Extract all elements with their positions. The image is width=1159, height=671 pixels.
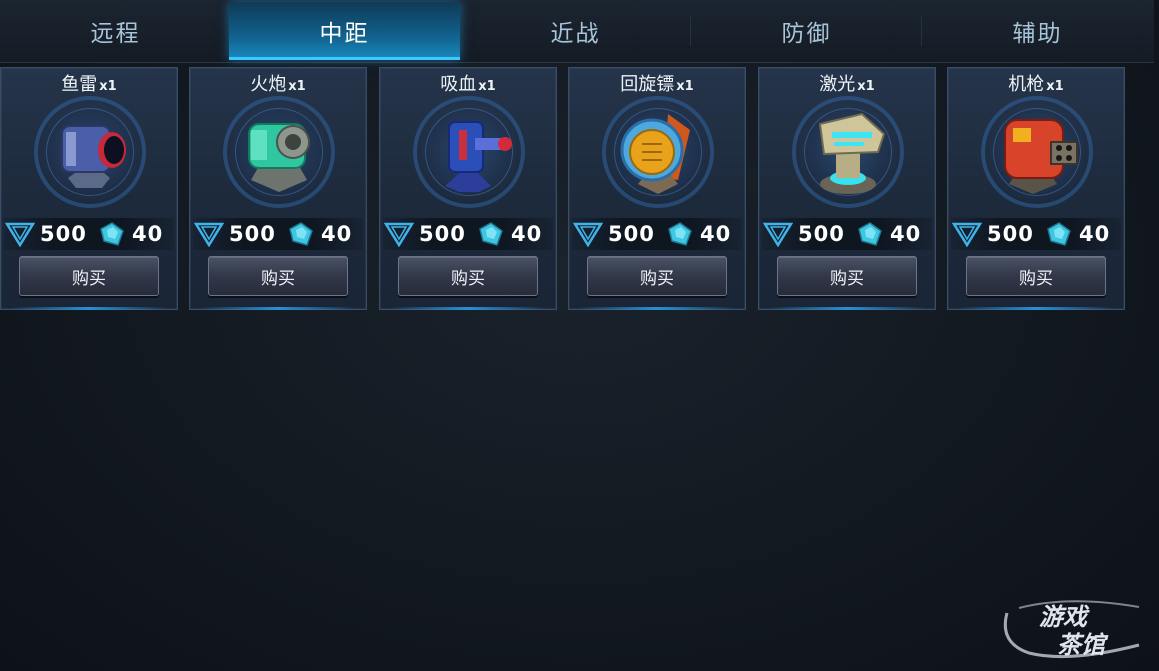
crystal-coin-icon <box>573 222 603 247</box>
item-quantity: x1 <box>1046 79 1064 94</box>
item-title: 火炮 x1 <box>190 70 366 96</box>
machinegun-turret-icon <box>1004 119 1078 194</box>
tab-defense[interactable]: 防御 <box>691 2 922 60</box>
card-bottom-glow <box>579 307 735 310</box>
buy-button[interactable]: 购买 <box>966 256 1106 296</box>
watermark-line2: 茶馆 <box>1057 631 1109 659</box>
gem-price: 40 <box>321 222 353 246</box>
price-bar: 500 40 <box>193 218 363 250</box>
buy-button[interactable]: 购买 <box>587 256 727 296</box>
gem-icon <box>289 222 313 246</box>
gem-icon <box>1047 222 1071 246</box>
buy-button[interactable]: 购买 <box>777 256 917 296</box>
buy-button[interactable]: 购买 <box>19 256 159 296</box>
shop-item-card: 回旋镖 x1 500 40 购买 <box>568 67 746 310</box>
crystal-coin-icon <box>763 222 793 247</box>
coin-price: 500 <box>419 222 466 246</box>
crystal-coin-icon <box>194 222 224 247</box>
card-bottom-glow <box>11 307 167 310</box>
coin-price: 500 <box>608 222 655 246</box>
tab-label: 防御 <box>781 21 832 47</box>
tab-label: 辅助 <box>1012 21 1063 47</box>
crystal-coin-icon <box>5 222 35 247</box>
item-name: 回旋镖 <box>620 74 675 95</box>
vampire-turret-icon <box>445 121 512 192</box>
torpedo-turret-icon <box>61 125 126 188</box>
watermark-line1: 游戏 <box>1039 603 1090 631</box>
gem-icon <box>858 222 882 246</box>
item-quantity: x1 <box>288 79 306 94</box>
coin-price: 500 <box>229 222 276 246</box>
boomerang-turret-icon <box>620 114 690 194</box>
tab-ranged[interactable]: 远程 <box>0 2 231 60</box>
item-quantity: x1 <box>478 79 496 94</box>
tab-melee[interactable]: 近战 <box>460 2 691 60</box>
tab-label: 中距 <box>319 21 370 47</box>
buy-button-label: 购买 <box>640 268 674 289</box>
buy-button-label: 购买 <box>72 268 106 289</box>
gem-icon <box>668 222 692 246</box>
gem-price: 40 <box>1079 222 1111 246</box>
item-title: 机枪 x1 <box>948 70 1124 96</box>
price-bar: 500 40 <box>951 218 1121 250</box>
shop-item-card: 鱼雷 x1 500 40 购买 <box>0 67 178 310</box>
price-bar: 500 40 <box>383 218 553 250</box>
item-title: 吸血 x1 <box>380 70 556 96</box>
card-bottom-glow <box>200 307 356 310</box>
item-name: 火炮 <box>250 74 287 95</box>
item-quantity: x1 <box>857 79 875 94</box>
crystal-coin-icon <box>384 222 414 247</box>
crystal-coin-icon <box>952 222 982 247</box>
coin-price: 500 <box>987 222 1034 246</box>
tab-midrange[interactable]: 中距 <box>229 2 460 60</box>
item-name: 激光 <box>819 74 856 95</box>
item-quantity: x1 <box>99 79 117 94</box>
coin-price: 500 <box>40 222 87 246</box>
item-title: 回旋镖 x1 <box>569 70 745 96</box>
price-bar: 500 40 <box>762 218 932 250</box>
item-quantity: x1 <box>676 79 694 94</box>
card-bottom-glow <box>390 307 546 310</box>
price-bar: 500 40 <box>4 218 174 250</box>
price-bar: 500 40 <box>572 218 742 250</box>
shop-item-card: 激光 x1 500 40 购买 <box>758 67 936 310</box>
tab-support[interactable]: 辅助 <box>922 2 1153 60</box>
tab-label: 远程 <box>90 21 141 47</box>
buy-button[interactable]: 购买 <box>208 256 348 296</box>
buy-button-label: 购买 <box>830 268 864 289</box>
shop-item-card: 火炮 x1 500 40 购买 <box>189 67 367 310</box>
item-name: 鱼雷 <box>61 74 98 95</box>
gem-price: 40 <box>890 222 922 246</box>
gem-icon <box>479 222 503 246</box>
item-name: 吸血 <box>440 74 477 95</box>
item-title: 激光 x1 <box>759 70 935 96</box>
card-bottom-glow <box>958 307 1114 310</box>
card-bottom-glow <box>769 307 925 310</box>
gem-price: 40 <box>132 222 164 246</box>
cannon-turret-icon <box>248 123 310 192</box>
item-name: 机枪 <box>1008 74 1045 95</box>
gem-price: 40 <box>700 222 732 246</box>
item-title: 鱼雷 x1 <box>1 70 177 96</box>
buy-button-label: 购买 <box>451 268 485 289</box>
laser-turret-icon <box>818 112 886 194</box>
coin-price: 500 <box>798 222 845 246</box>
watermark-logo: 游戏 茶馆 <box>1003 600 1140 659</box>
tab-label: 近战 <box>550 21 601 47</box>
buy-button-label: 购买 <box>1019 268 1053 289</box>
shop-item-card: 吸血 x1 500 40 购买 <box>379 67 557 310</box>
category-tabbar: 远程 中距 近战 防御 辅助 <box>0 0 1154 63</box>
shop-item-card: 机枪 x1 500 40 购买 <box>947 67 1125 310</box>
gem-icon <box>100 222 124 246</box>
buy-button[interactable]: 购买 <box>398 256 538 296</box>
buy-button-label: 购买 <box>261 268 295 289</box>
gem-price: 40 <box>511 222 543 246</box>
